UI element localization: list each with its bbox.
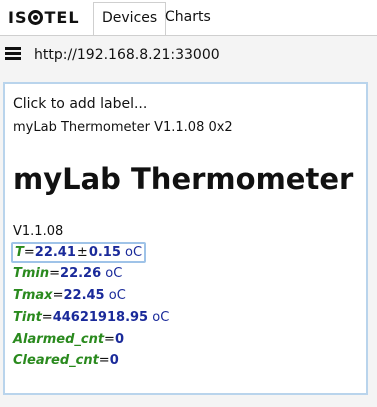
equals-sign: = bbox=[104, 332, 115, 347]
var-unit-tmax: oC bbox=[108, 288, 126, 303]
var-value-cleared-cnt: 0 bbox=[109, 353, 119, 368]
variable-cleared-cnt[interactable]: Cleared_cnt=0 bbox=[13, 353, 119, 368]
var-name-tmax: Tmax bbox=[13, 288, 53, 303]
logo-o-icon bbox=[28, 10, 44, 25]
equals-sign: = bbox=[49, 266, 61, 281]
add-label-link[interactable]: Click to add label... bbox=[13, 96, 147, 112]
device-card: Click to add label... myLab Thermometer … bbox=[3, 82, 368, 395]
variable-tint[interactable]: Tint=44621918.95 oC bbox=[13, 310, 169, 325]
var-name-alarmed-cnt: Alarmed_cnt bbox=[13, 332, 105, 347]
equals-sign: = bbox=[23, 245, 35, 260]
url-bar: http://192.168.8.21:33000 bbox=[0, 36, 377, 76]
var-uncertainty-t: 0.15 bbox=[88, 245, 121, 260]
variable-alarmed-cnt[interactable]: Alarmed_cnt=0 bbox=[13, 332, 124, 347]
device-subtitle: myLab Thermometer V1.1.08 0x2 bbox=[13, 120, 233, 135]
isotel-logo: IS TEL bbox=[8, 8, 80, 27]
var-name-cleared-cnt: Cleared_cnt bbox=[13, 353, 99, 368]
plus-minus-sign: ± bbox=[76, 245, 88, 260]
var-unit-tint: oC bbox=[152, 310, 170, 325]
device-title: myLab Thermometer bbox=[13, 162, 354, 196]
equals-sign: = bbox=[52, 288, 64, 303]
tab-charts[interactable]: Charts bbox=[157, 2, 219, 35]
top-bar: IS TEL Devices Charts bbox=[0, 0, 377, 36]
logo-text-end: TEL bbox=[44, 8, 80, 27]
var-name-t: T bbox=[15, 245, 24, 260]
var-unit-tmin: oC bbox=[105, 266, 123, 281]
tab-devices-label: Devices bbox=[102, 10, 158, 26]
equals-sign: = bbox=[98, 353, 110, 368]
tab-charts-label: Charts bbox=[165, 9, 211, 25]
variable-t[interactable]: T=22.41±0.15 oC bbox=[11, 242, 147, 263]
var-value-tmax: 22.45 bbox=[63, 288, 105, 303]
var-name-tmin: Tmin bbox=[13, 266, 50, 281]
equals-sign: = bbox=[41, 310, 53, 325]
logo-text-start: IS bbox=[8, 8, 28, 27]
variable-tmin[interactable]: Tmin=22.26 oC bbox=[13, 266, 122, 281]
variable-tmax[interactable]: Tmax=22.45 oC bbox=[13, 288, 126, 303]
var-value-tmin: 22.26 bbox=[60, 266, 102, 281]
hamburger-menu-icon[interactable] bbox=[5, 47, 21, 60]
device-url: http://192.168.8.21:33000 bbox=[34, 47, 220, 63]
var-name-tint: Tint bbox=[13, 310, 42, 325]
var-value-t: 22.41 bbox=[34, 245, 76, 260]
var-value-alarmed-cnt: 0 bbox=[114, 332, 124, 347]
var-value-tint: 44621918.95 bbox=[52, 310, 149, 325]
var-unit-t: oC bbox=[125, 245, 143, 260]
device-version: V1.1.08 bbox=[13, 224, 64, 239]
tab-devices[interactable]: Devices bbox=[93, 2, 167, 36]
